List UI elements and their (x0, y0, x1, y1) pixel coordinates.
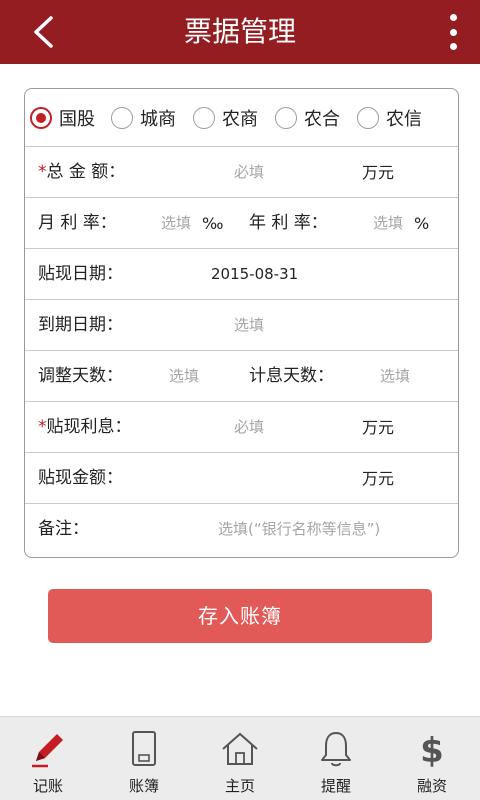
tab-label: 提醒 (320, 777, 351, 795)
total-amount-unit: 万元 (362, 163, 395, 182)
svg-text:$: $ (420, 731, 444, 769)
discount-interest-unit: 万元 (362, 418, 395, 437)
radio-button-checked[interactable] (30, 107, 52, 129)
remark-label: 备注： (38, 519, 89, 539)
annual-rate-label: 年 利 率： (249, 213, 328, 233)
interest-days-input[interactable]: 选填 (380, 351, 410, 402)
discount-date-field[interactable]: 2015-08-31 (211, 249, 298, 300)
more-vertical-icon (449, 14, 457, 21)
monthly-rate-input[interactable]: 选填 (161, 198, 191, 249)
due-date-field[interactable]: 选填 (234, 300, 264, 351)
due-date-row: 到期日期： 选填 (25, 300, 458, 351)
required-mark: * (38, 417, 47, 437)
discount-amount-unit: 万元 (362, 469, 395, 488)
tab-label: 融资 (416, 777, 447, 795)
interest-days-label: 计息天数： (249, 366, 334, 386)
radio-button[interactable] (275, 107, 297, 129)
remark-input[interactable]: 选填(“银行名称等信息”) (218, 504, 380, 555)
discount-interest-row: *贴现利息： 必填 万元 (25, 402, 458, 453)
tab-financing[interactable]: $ 融资 (384, 717, 480, 800)
adjust-days-label: 调整天数： (38, 366, 123, 386)
ledger-book-icon (132, 731, 156, 766)
tab-reminder[interactable]: 提醒 (288, 717, 384, 800)
tab-label: 主页 (224, 777, 255, 795)
radio-button[interactable] (357, 107, 379, 129)
radio-option-nongxin[interactable]: 农信 (357, 89, 422, 147)
radio-option-nongshang[interactable]: 农商 (193, 89, 258, 147)
bill-form: 国股 城商 农商 农合 农信 *总 金 额： 必填 万元 月 利 率： 选填 ‰… (24, 88, 459, 558)
radio-option-chengshang[interactable]: 城商 (111, 89, 176, 147)
radio-button[interactable] (193, 107, 215, 129)
app-header: 票据管理 (0, 0, 480, 64)
radio-button[interactable] (111, 107, 133, 129)
adjust-days-input[interactable]: 选填 (169, 351, 199, 402)
total-amount-row: *总 金 额： 必填 万元 (25, 147, 458, 198)
due-date-label: 到期日期： (38, 315, 123, 335)
remark-row: 备注： 选填(“银行名称等信息”) (25, 504, 458, 555)
radio-label: 农信 (386, 109, 422, 130)
tab-ledger[interactable]: 账簿 (96, 717, 192, 800)
total-amount-input[interactable]: 必填 (234, 147, 264, 198)
dollar-icon: $ (420, 731, 444, 769)
radio-option-guogu[interactable]: 国股 (30, 89, 95, 147)
discount-amount-row: 贴现金额： 万元 (25, 453, 458, 504)
required-mark: * (38, 162, 47, 182)
discount-amount-label: 贴现金额： (38, 468, 123, 488)
discount-interest-label: *贴现利息： (38, 417, 132, 437)
radio-label: 城商 (140, 109, 176, 130)
discount-date-row: 贴现日期： 2015-08-31 (25, 249, 458, 300)
rate-row: 月 利 率： 选填 ‰ 年 利 率： 选填 % (25, 198, 458, 249)
radio-label: 农合 (304, 109, 340, 130)
radio-label: 农商 (222, 109, 258, 130)
discount-interest-input[interactable]: 必填 (234, 402, 264, 453)
monthly-rate-label: 月 利 率： (38, 213, 117, 233)
bank-type-row: 国股 城商 农商 农合 农信 (25, 89, 458, 147)
total-amount-label: *总 金 额： (38, 162, 126, 182)
days-row: 调整天数： 选填 计息天数： 选填 (25, 351, 458, 402)
discount-date-label: 贴现日期： (38, 264, 123, 284)
annual-rate-unit: % (414, 214, 430, 233)
radio-option-nonghe[interactable]: 农合 (275, 89, 340, 147)
home-icon (222, 732, 258, 765)
tab-label: 账簿 (128, 777, 159, 795)
page-title: 票据管理 (183, 15, 296, 48)
bell-icon (321, 732, 351, 767)
monthly-rate-unit: ‰ (202, 214, 224, 233)
save-to-ledger-button[interactable]: 存入账簿 (48, 589, 432, 643)
tab-record[interactable]: 记账 (0, 717, 96, 800)
pencil-icon (32, 734, 63, 768)
more-menu-button[interactable] (448, 14, 458, 50)
radio-label: 国股 (59, 109, 95, 130)
tab-label: 记账 (32, 777, 63, 795)
annual-rate-input[interactable]: 选填 (373, 198, 403, 249)
bottom-tab-bar: 记账 账簿 主页 提醒 $ 融资 (0, 716, 480, 800)
tab-home[interactable]: 主页 (192, 717, 288, 800)
